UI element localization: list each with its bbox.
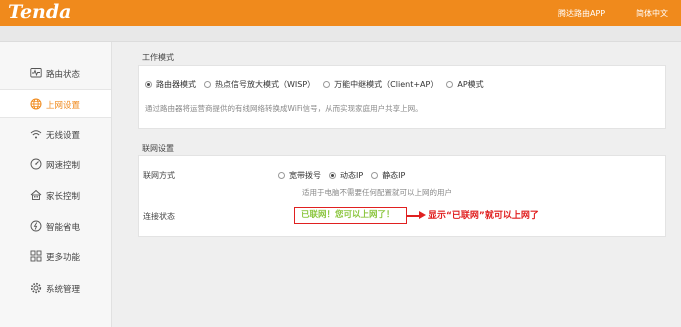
work-mode-title: 工作模式 (142, 53, 174, 62)
speedometer-icon (30, 158, 42, 170)
radio-label: AP模式 (457, 80, 484, 89)
main-content: 工作模式 路由器模式 热点信号放大模式（WISP） 万能中继模式（Client+… (112, 42, 681, 327)
connection-mode-label: 联网方式 (143, 171, 175, 180)
connection-status-value: 已联网！您可以上网了！ (294, 207, 407, 224)
sidebar-item-label: 网速控制 (46, 161, 81, 171)
gear-icon (30, 282, 42, 294)
connection-mode-radio-group: 宽带拨号 动态IP 静态IP (278, 170, 413, 181)
power-saving-icon (30, 220, 42, 232)
work-mode-radio-group: 路由器模式 热点信号放大模式（WISP） 万能中继模式（Client+AP） A… (145, 79, 492, 90)
sidebar-item-wireless[interactable]: 无线设置 (0, 120, 111, 149)
sub-bar (0, 26, 681, 42)
connection-mode-radio-static-ip[interactable] (371, 172, 379, 179)
app-link[interactable]: 腾达路由APP (558, 8, 605, 19)
radio-label: 路由器模式 (156, 80, 196, 89)
work-mode-radio-router[interactable] (145, 81, 152, 88)
sidebar-item-more-features[interactable]: 更多功能 (0, 242, 111, 271)
radio-label: 万能中继模式（Client+AP） (334, 80, 439, 89)
radio-label: 动态IP (340, 171, 364, 180)
sidebar-item-label: 智能省电 (46, 223, 81, 233)
network-settings-title: 联网设置 (142, 144, 174, 153)
connection-mode-radio-dynamic-ip[interactable] (329, 172, 336, 179)
language-selector[interactable]: 简体中文 (636, 8, 668, 19)
connection-mode-hint: 适用于电脑不需要任何配置就可以上网的用户 (302, 188, 452, 197)
globe-icon (30, 98, 42, 110)
annotation-arrowhead-icon (419, 211, 426, 219)
radio-label: 静态IP (382, 171, 406, 180)
work-mode-radio-client-ap[interactable] (323, 81, 331, 88)
sidebar-item-speed-control[interactable]: 网速控制 (0, 150, 111, 179)
network-settings-card: 联网方式 宽带拨号 动态IP 静态IP 适用于电脑不需要任何配置就可以上网的用户… (138, 155, 666, 237)
connection-status-label: 连接状态 (143, 212, 175, 221)
wifi-icon (30, 130, 42, 139)
sidebar-item-power-saving[interactable]: 智能省电 (0, 212, 111, 241)
radio-label: 热点信号放大模式（WISP） (215, 80, 316, 89)
work-mode-card: 路由器模式 热点信号放大模式（WISP） 万能中继模式（Client+AP） A… (138, 65, 666, 129)
sidebar-item-internet-settings[interactable]: 上网设置 (0, 89, 111, 118)
radio-label: 宽带拨号 (289, 171, 321, 180)
sidebar-item-router-status[interactable]: 路由状态 (0, 59, 111, 88)
work-mode-radio-ap[interactable] (446, 81, 454, 88)
sidebar-item-label: 无线设置 (46, 131, 81, 141)
connection-mode-radio-pppoe[interactable] (278, 172, 285, 179)
grid-icon (30, 250, 42, 262)
annotation-text: 显示“已联网”就可以上网了 (428, 211, 539, 221)
tenda-logo: Tenda (8, 1, 72, 23)
sidebar-item-label: 家长控制 (46, 192, 81, 202)
sidebar-item-parental-control[interactable]: 家长控制 (0, 181, 111, 210)
sidebar-item-system-management[interactable]: 系统管理 (0, 274, 111, 303)
sidebar-item-label: 路由状态 (46, 70, 81, 80)
work-mode-radio-wisp[interactable] (204, 81, 211, 88)
sidebar: 路由状态 上网设置 无线设置 网速控制 家长控制 智能省电 更多功能 系统管理 (0, 42, 112, 327)
sidebar-item-label: 上网设置 (46, 101, 81, 111)
pulse-monitor-icon (30, 68, 42, 78)
sidebar-item-label: 更多功能 (46, 253, 81, 263)
top-bar: Tenda 腾达路由APP 简体中文 (0, 0, 681, 26)
home-family-icon (30, 189, 42, 200)
sidebar-item-label: 系统管理 (46, 285, 81, 295)
work-mode-description: 通过路由器将运营商提供的有线网络转换成WiFi信号，从而实现家庭用户共享上网。 (145, 104, 423, 113)
